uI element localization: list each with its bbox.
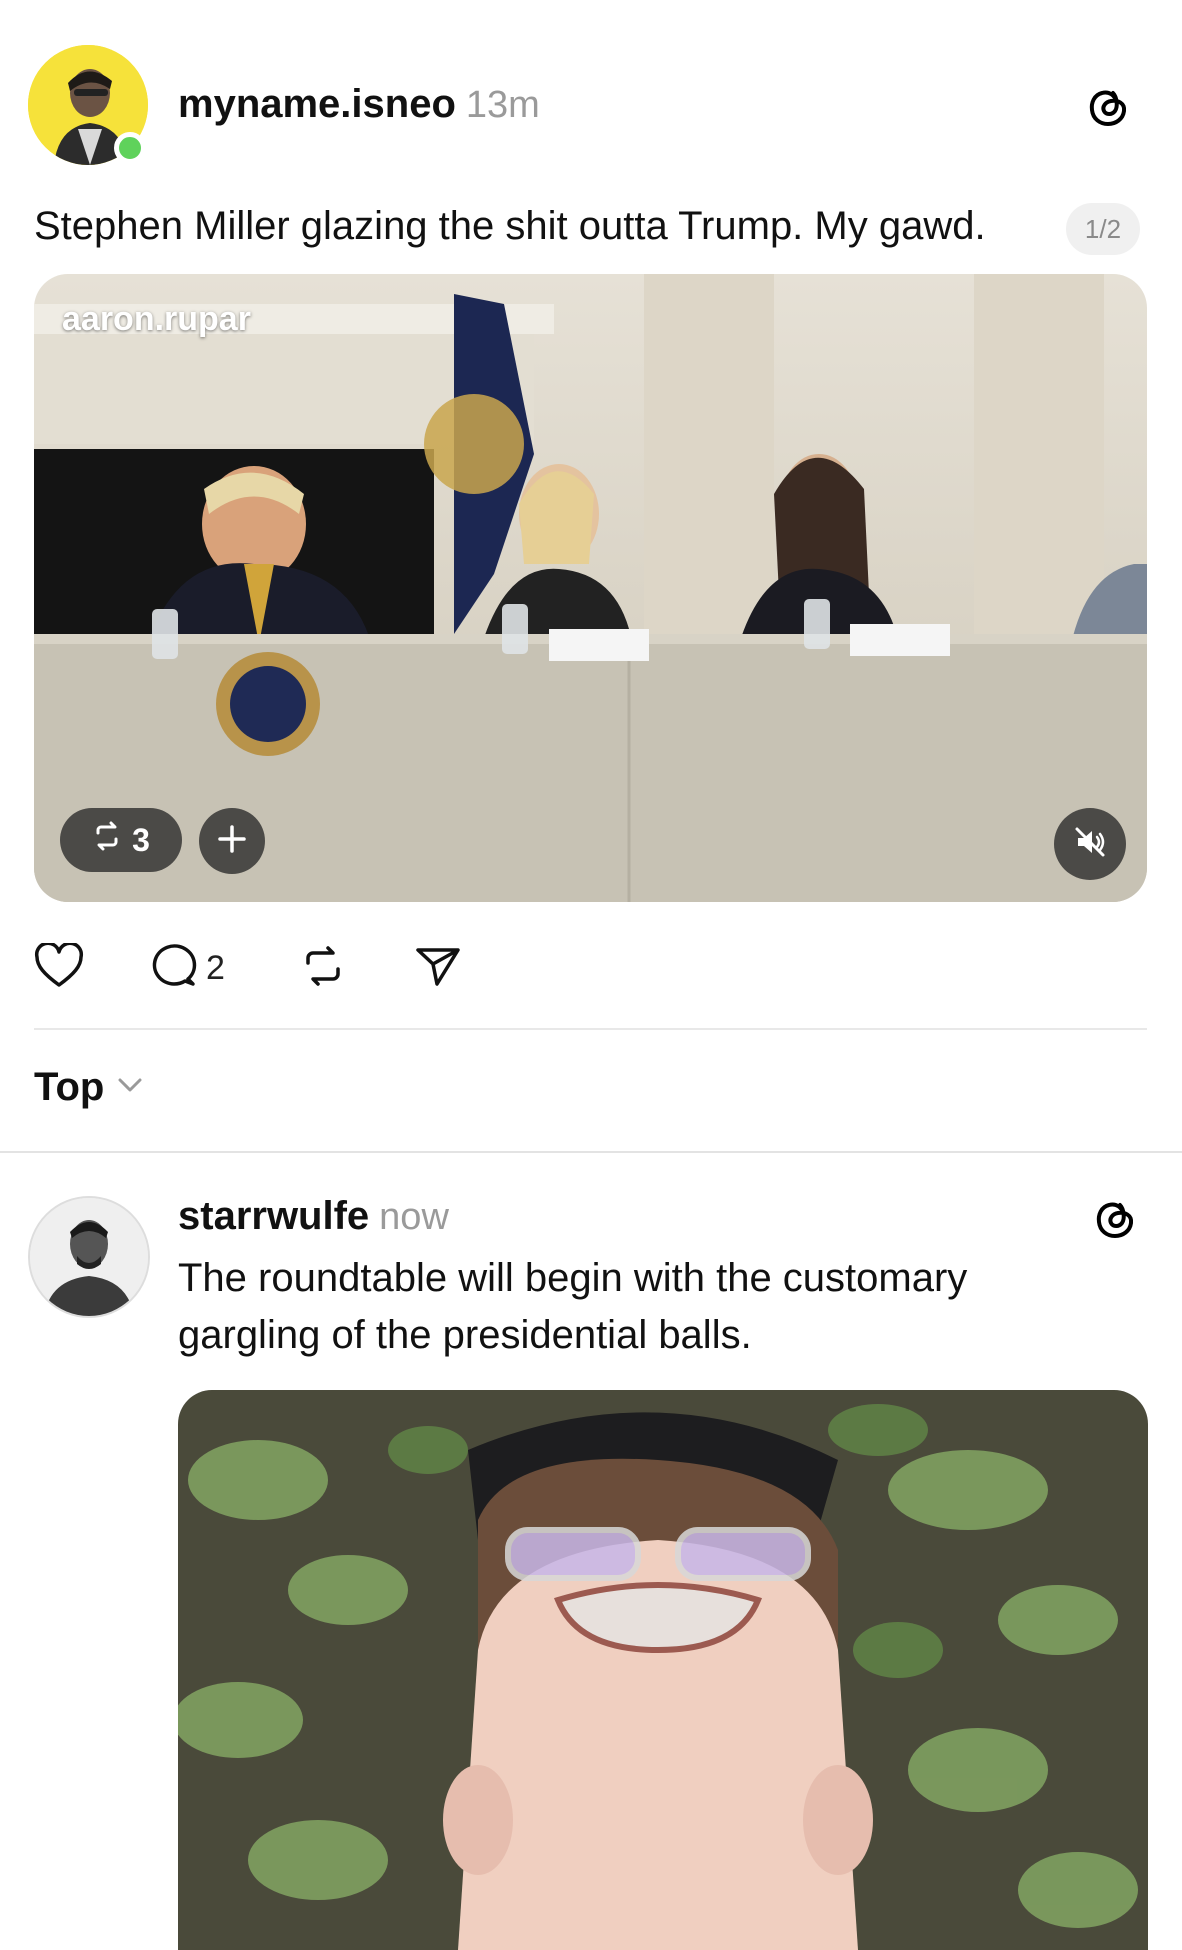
sort-dropdown[interactable]: Top [34, 1065, 144, 1110]
threads-icon[interactable] [1090, 1193, 1140, 1248]
sort-label: Top [34, 1065, 105, 1109]
reply-username[interactable]: starrwulfe [178, 1194, 369, 1238]
reply-author-avatar[interactable] [28, 1196, 150, 1318]
reply-text: The roundtable will begin with the custo… [178, 1250, 1078, 1364]
feed-divider [0, 1151, 1182, 1153]
post-header: myname.isneo 13m [178, 82, 540, 127]
comment-icon [150, 943, 198, 994]
threads-icon[interactable] [1083, 81, 1133, 136]
post-timestamp: 13m [465, 84, 540, 126]
media-repost-count-button[interactable]: 3 [60, 808, 182, 872]
like-button[interactable] [34, 941, 92, 994]
repost-icon [298, 943, 348, 994]
reply-button[interactable]: 2 [150, 943, 225, 994]
chevron-down-icon [116, 1075, 144, 1100]
reply-header: starrwulfe now [178, 1194, 449, 1239]
reply-count: 2 [206, 949, 225, 987]
section-divider [34, 1028, 1147, 1030]
repost-button[interactable] [298, 943, 356, 994]
repost-icon [92, 821, 122, 859]
page-indicator-badge: 1/2 [1066, 203, 1140, 255]
reply-text-line-2: gargling of the presidential balls. [178, 1313, 752, 1357]
media-credit: aaron.rupar [62, 300, 251, 338]
post-text: Stephen Miller glazing the shit outta Tr… [34, 204, 986, 248]
online-status-dot [114, 132, 146, 164]
share-button[interactable] [413, 943, 471, 994]
author-username[interactable]: myname.isneo [178, 82, 456, 126]
plus-icon [217, 824, 247, 859]
add-button[interactable] [199, 808, 265, 874]
reply-gif[interactable] [178, 1390, 1148, 1950]
mute-icon [1072, 824, 1108, 865]
send-icon [413, 943, 463, 994]
heart-icon [34, 941, 84, 994]
mute-toggle-button[interactable] [1054, 808, 1126, 880]
reply-text-line-1: The roundtable will begin with the custo… [178, 1256, 968, 1300]
reply-timestamp: now [379, 1196, 449, 1238]
media-repost-count: 3 [132, 821, 150, 858]
post-video[interactable] [34, 274, 1147, 902]
